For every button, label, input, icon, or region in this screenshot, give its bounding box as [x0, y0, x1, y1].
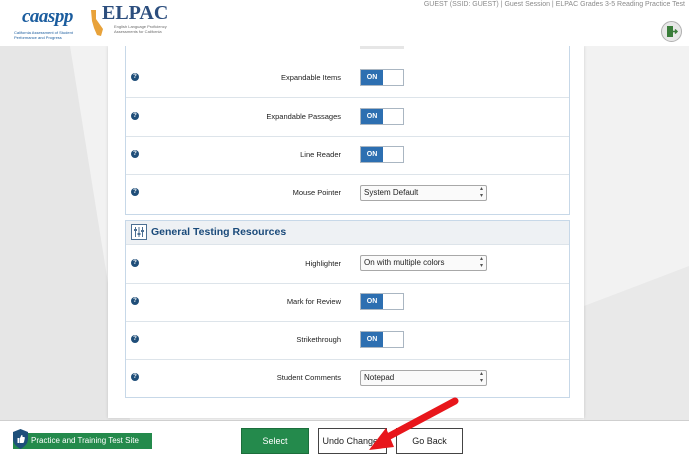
toggle-on-label: ON — [361, 332, 383, 347]
caaspp-logo-text: caaspp — [22, 6, 73, 27]
setting-row-expandable-passages: ? Expandable Passages ON — [126, 98, 569, 137]
setting-label: Mark for Review — [286, 297, 341, 306]
expandable-items-toggle[interactable]: ON — [360, 69, 404, 86]
settings-section: ? Expandable Items ON ? Expandable Passa… — [125, 46, 570, 215]
line-reader-toggle[interactable]: ON — [360, 146, 404, 163]
toggle-on-label: ON — [361, 109, 383, 124]
mouse-pointer-select[interactable]: System Default ▴ ▾ — [360, 185, 487, 201]
setting-row-line-reader: ? Line Reader ON — [126, 136, 569, 175]
help-icon[interactable]: ? — [131, 112, 139, 120]
sliders-icon — [131, 224, 147, 240]
setting-row-expandable-items: ? Expandable Items ON — [126, 59, 569, 98]
setting-row-student-comments: ? Student Comments Notepad ▴ ▾ — [126, 359, 569, 397]
select-value: On with multiple colors — [364, 258, 445, 267]
mark-for-review-toggle[interactable]: ON — [360, 293, 404, 310]
main-area: ? Expandable Items ON ? Expandable Passa… — [0, 46, 689, 420]
setting-row-strikethrough: ? Strikethrough ON — [126, 321, 569, 360]
help-icon[interactable]: ? — [131, 335, 139, 343]
help-icon[interactable]: ? — [131, 297, 139, 305]
setting-label: Expandable Items — [280, 73, 341, 82]
general-testing-resources-section: General Testing Resources ? Highlighter … — [125, 220, 570, 398]
exit-door-icon — [667, 26, 679, 37]
clipped-control — [360, 46, 404, 49]
footer: Practice and Training Test Site Select U… — [0, 420, 689, 461]
go-back-button[interactable]: Go Back — [396, 428, 463, 454]
header: caaspp California Assessment of Student … — [0, 0, 689, 46]
elpac-logo-text: ELPAC — [102, 2, 169, 24]
elpac-logo-subtitle: English Language Proficiency Assessments… — [114, 24, 167, 34]
select-arrows-icon: ▴ ▾ — [479, 256, 483, 269]
practice-site-label: Practice and Training Test Site — [31, 436, 139, 445]
select-value: System Default — [364, 188, 419, 197]
settings-panel: ? Expandable Items ON ? Expandable Passa… — [108, 46, 584, 418]
help-icon[interactable]: ? — [131, 188, 139, 196]
section-header: General Testing Resources — [126, 221, 569, 245]
highlighter-select[interactable]: On with multiple colors ▴ ▾ — [360, 255, 487, 271]
select-arrows-icon: ▴ ▾ — [479, 371, 483, 384]
help-icon[interactable]: ? — [131, 73, 139, 81]
section-title: General Testing Resources — [151, 226, 287, 238]
elpac-logo: ELPAC English Language Proficiency Asses… — [88, 2, 188, 42]
shield-thumbs-up-icon — [13, 429, 28, 449]
strikethrough-toggle[interactable]: ON — [360, 331, 404, 348]
toggle-on-label: ON — [361, 147, 383, 162]
setting-label: Strikethrough — [296, 335, 341, 344]
select-value: Notepad — [364, 373, 395, 382]
setting-row-highlighter: ? Highlighter On with multiple colors ▴ ▾ — [126, 245, 569, 284]
setting-label: Line Reader — [300, 150, 341, 159]
setting-row-mark-for-review: ? Mark for Review ON — [126, 283, 569, 322]
help-icon[interactable]: ? — [131, 373, 139, 381]
setting-label: Mouse Pointer — [292, 188, 341, 197]
caaspp-logo: caaspp California Assessment of Student … — [10, 4, 86, 42]
toggle-on-label: ON — [361, 294, 383, 309]
undo-changes-button[interactable]: Undo Changes — [318, 428, 387, 454]
student-comments-select[interactable]: Notepad ▴ ▾ — [360, 370, 487, 386]
expandable-passages-toggle[interactable]: ON — [360, 108, 404, 125]
toggle-on-label: ON — [361, 70, 383, 85]
setting-label: Highlighter — [305, 259, 341, 268]
caaspp-logo-subtitle: California Assessment of Student Perform… — [14, 30, 73, 40]
setting-row-mouse-pointer: ? Mouse Pointer System Default ▴ ▾ — [126, 174, 569, 212]
setting-label: Student Comments — [276, 373, 341, 382]
select-button[interactable]: Select — [241, 428, 309, 454]
session-info: GUEST (SSID: GUEST) | Guest Session | EL… — [423, 1, 685, 8]
setting-label: Expandable Passages — [266, 112, 341, 121]
practice-site-badge: Practice and Training Test Site — [13, 433, 152, 449]
exit-button[interactable] — [661, 21, 682, 42]
help-icon[interactable]: ? — [131, 150, 139, 158]
select-arrows-icon: ▴ ▾ — [479, 186, 483, 199]
help-icon[interactable]: ? — [131, 259, 139, 267]
